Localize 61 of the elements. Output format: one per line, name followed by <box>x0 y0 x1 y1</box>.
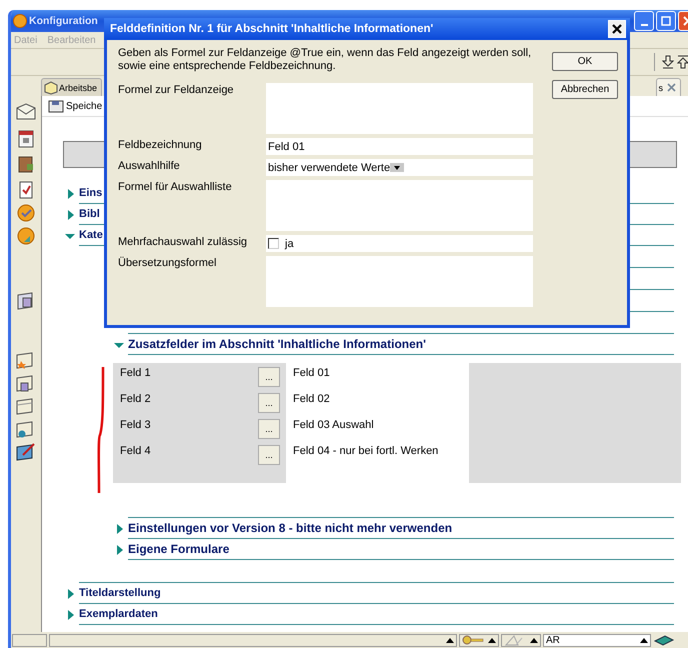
checkbox[interactable] <box>268 238 279 249</box>
tab[interactable]: s <box>656 78 681 96</box>
upload-icon[interactable] <box>677 55 688 69</box>
field-label: Formel für Auswahlliste <box>118 180 233 195</box>
section-title[interactable]: Einstellungen vor Version 8 - bitte nicht mehr verwenden <box>128 521 452 535</box>
status-field[interactable] <box>49 634 457 646</box>
field-label: Auswahlhilfe <box>118 159 181 174</box>
field-value: Feld 01 <box>293 367 331 381</box>
close-icon <box>611 23 623 35</box>
collapsed-icon[interactable] <box>116 545 124 555</box>
field-value: Feld 04 - nur bei fortl. Werken <box>293 445 440 459</box>
instruction-text: Geben als Formel zur Feldanzeige @True ein, wenn das Feld angezeigt werden soll, sowie eine entsprechende Feldbezeichnung. <box>118 47 532 73</box>
up-arrow-icon[interactable] <box>488 636 496 644</box>
edit-button[interactable]: ... <box>258 367 280 387</box>
section-title[interactable]: Zusatzfelder im Abschnitt 'Inhaltliche Informationen' <box>128 337 426 351</box>
close-icon[interactable] <box>667 83 676 92</box>
window-title: Konfiguration <box>29 15 98 27</box>
collapsed-icon[interactable] <box>67 189 75 199</box>
field-label: Feld 4 <box>120 445 152 457</box>
field-label: Feld 3 <box>120 419 152 431</box>
up-arrow-icon[interactable] <box>530 636 538 644</box>
expanded-icon[interactable] <box>114 342 124 349</box>
section-title[interactable]: Eigene Formulare <box>128 542 230 556</box>
key-icon[interactable] <box>462 634 484 646</box>
field-label: Übersetzungsformel <box>118 256 218 271</box>
collapsed-icon[interactable] <box>116 524 124 534</box>
collapsed-icon[interactable] <box>67 589 75 599</box>
app-icon <box>13 14 27 28</box>
up-arrow-icon[interactable] <box>446 636 454 644</box>
section-title[interactable]: Kate <box>79 229 103 241</box>
dialog-button[interactable]: OK <box>552 52 618 71</box>
floppy-icon <box>48 98 64 114</box>
maximize-icon <box>661 16 671 26</box>
edit-button[interactable]: ... <box>258 445 280 465</box>
section-title[interactable]: Exemplardaten <box>79 608 158 620</box>
edit-button[interactable]: ... <box>258 419 280 439</box>
checkbox-label: ja <box>285 238 294 250</box>
field-value: Feld 02 <box>293 393 331 407</box>
field-label: Formel zur Feldanzeige <box>118 83 235 98</box>
close-button[interactable] <box>608 20 626 38</box>
section-title[interactable]: Eins <box>79 187 102 199</box>
field-label: Feldbezeichnung <box>118 138 203 153</box>
input-field[interactable]: Feld 01 <box>266 138 533 155</box>
collapsed-icon[interactable] <box>67 610 75 620</box>
dialog-button[interactable]: Abbrechen <box>552 80 618 99</box>
minimize-icon <box>640 24 648 26</box>
dialog-title: Felddefinition Nr. 1 für Abschnitt 'Inhaltliche Informationen' <box>110 23 434 35</box>
field-label: Feld 1 <box>120 367 152 379</box>
edit-button[interactable]: ... <box>258 393 280 413</box>
download-icon[interactable] <box>662 55 674 69</box>
section-title[interactable]: Titeldarstellung <box>79 587 161 599</box>
field-label: Mehrfachauswahl zulässig <box>118 235 248 250</box>
section-title[interactable]: Bibl <box>79 208 100 220</box>
expanded-icon[interactable] <box>65 233 75 240</box>
field-value: Feld 03 Auswahl <box>293 419 375 433</box>
field-label: Feld 2 <box>120 393 152 405</box>
collapsed-icon[interactable] <box>67 210 75 220</box>
minimize-button[interactable] <box>634 11 654 31</box>
maximize-button[interactable] <box>656 11 676 31</box>
save-button[interactable]: Speiche <box>48 98 102 114</box>
tab[interactable]: Arbeitsbe <box>41 78 102 96</box>
